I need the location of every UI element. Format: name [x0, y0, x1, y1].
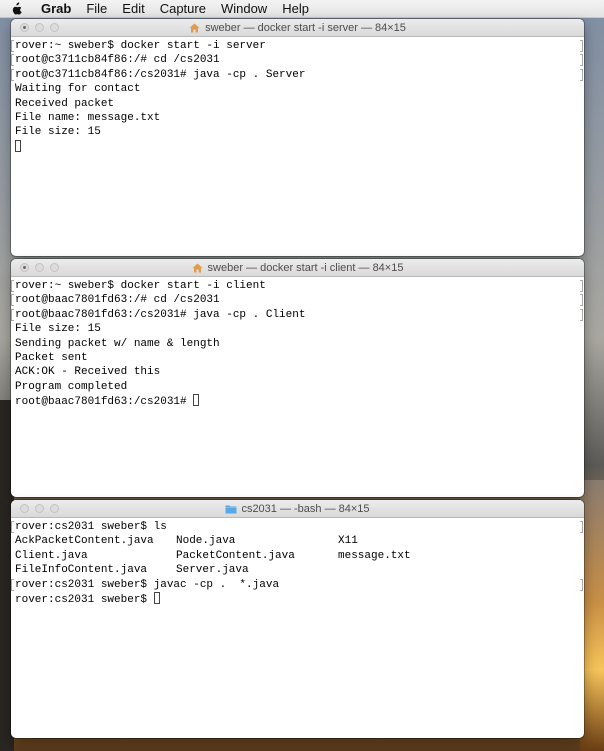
zoom-button[interactable]: [50, 263, 59, 272]
terminal-output[interactable]: rover:~ sweber$ docker start -i server r…: [11, 37, 584, 256]
ls-output-row: Client.java PacketContent.java message.t…: [15, 549, 584, 563]
ls-output-row: FileInfoContent.java Server.java: [15, 563, 584, 577]
terminal-cursor-line: [15, 139, 584, 154]
text-cursor: [15, 139, 21, 152]
terminal-line: File name: message.txt: [15, 111, 161, 124]
terminal-line: rover:~ sweber$ docker start -i client: [11, 279, 584, 293]
menu-capture[interactable]: Capture: [160, 1, 206, 16]
folder-icon: [225, 504, 237, 514]
menu-bar: Grab File Edit Capture Window Help: [0, 0, 604, 18]
text-cursor: [193, 394, 200, 407]
window-titlebar[interactable]: cs2031 — -bash — 84×15: [11, 500, 584, 518]
apple-icon[interactable]: [11, 2, 27, 15]
terminal-line: Waiting for contact: [15, 83, 141, 96]
menu-help[interactable]: Help: [282, 1, 309, 16]
terminal-line: Received packet: [15, 97, 115, 110]
window-title: sweber — docker start -i server — 84×15: [205, 21, 406, 34]
file-entry: X11: [338, 535, 358, 548]
window-title: cs2031 — -bash — 84×15: [241, 502, 370, 515]
home-icon: [189, 23, 201, 33]
file-entry: message.txt: [338, 549, 411, 562]
text-cursor: [153, 591, 160, 604]
terminal-line: Program completed: [15, 380, 128, 393]
window-controls: [20, 23, 65, 32]
terminal-window-server[interactable]: sweber — docker start -i server — 84×15 …: [11, 19, 584, 256]
file-entry: FileInfoContent.java: [15, 564, 148, 577]
minimize-button[interactable]: [35, 504, 44, 513]
terminal-line: Sending packet w/ name & length: [15, 337, 220, 350]
terminal-window-bash[interactable]: cs2031 — -bash — 84×15 rover:cs2031 sweb…: [11, 500, 584, 738]
terminal-prompt-line: root@baac7801fd63:/cs2031#: [15, 394, 584, 408]
terminal-output[interactable]: rover:~ sweber$ docker start -i client r…: [11, 277, 584, 497]
terminal-line: root@baac7801fd63:/cs2031# java -cp . Cl…: [11, 308, 584, 322]
window-controls: [20, 504, 65, 513]
menu-app-grab[interactable]: Grab: [41, 1, 71, 16]
close-button[interactable]: [20, 23, 29, 32]
file-entry: AckPacketContent.java: [15, 535, 154, 548]
close-button[interactable]: [20, 263, 29, 272]
terminal-line: rover:cs2031 sweber$ ls: [11, 520, 584, 534]
close-button[interactable]: [20, 504, 29, 513]
terminal-line: rover:cs2031 sweber$ javac -cp . *.java: [11, 578, 584, 592]
terminal-line: rover:~ sweber$ docker start -i server: [11, 39, 584, 53]
terminal-line: File size: 15: [15, 126, 101, 139]
menu-file[interactable]: File: [86, 1, 107, 16]
file-entry: Client.java: [15, 549, 88, 562]
shell-prompt: rover:cs2031 sweber$: [15, 593, 154, 606]
file-entry: Node.java: [176, 535, 236, 548]
ls-output-row: AckPacketContent.java Node.java X11: [15, 534, 584, 548]
menu-window[interactable]: Window: [221, 1, 267, 16]
terminal-prompt-line: rover:cs2031 sweber$: [15, 591, 584, 606]
file-entry: Server.java: [176, 564, 249, 577]
window-titlebar[interactable]: sweber — docker start -i server — 84×15: [11, 19, 584, 37]
terminal-line: File size: 15: [15, 323, 101, 336]
terminal-output[interactable]: rover:cs2031 sweber$ ls AckPacketContent…: [11, 518, 584, 738]
terminal-line: ACK:OK - Received this: [15, 366, 161, 379]
zoom-button[interactable]: [50, 23, 59, 32]
terminal-line: root@c3711cb84f86:/cs2031# java -cp . Se…: [11, 68, 584, 82]
terminal-line: Packet sent: [15, 351, 88, 364]
terminal-line: root@c3711cb84f86:/# cd /cs2031: [11, 53, 584, 67]
menu-edit[interactable]: Edit: [122, 1, 144, 16]
window-title: sweber — docker start -i client — 84×15: [207, 261, 404, 274]
terminal-window-client[interactable]: sweber — docker start -i client — 84×15 …: [11, 259, 584, 497]
minimize-button[interactable]: [35, 23, 44, 32]
home-icon: [192, 263, 204, 273]
zoom-button[interactable]: [50, 504, 59, 513]
terminal-line: root@baac7801fd63:/# cd /cs2031: [11, 293, 584, 307]
window-controls: [20, 263, 65, 272]
file-entry: PacketContent.java: [176, 549, 295, 562]
shell-prompt: root@baac7801fd63:/cs2031#: [15, 396, 194, 409]
window-titlebar[interactable]: sweber — docker start -i client — 84×15: [11, 259, 584, 277]
minimize-button[interactable]: [35, 263, 44, 272]
